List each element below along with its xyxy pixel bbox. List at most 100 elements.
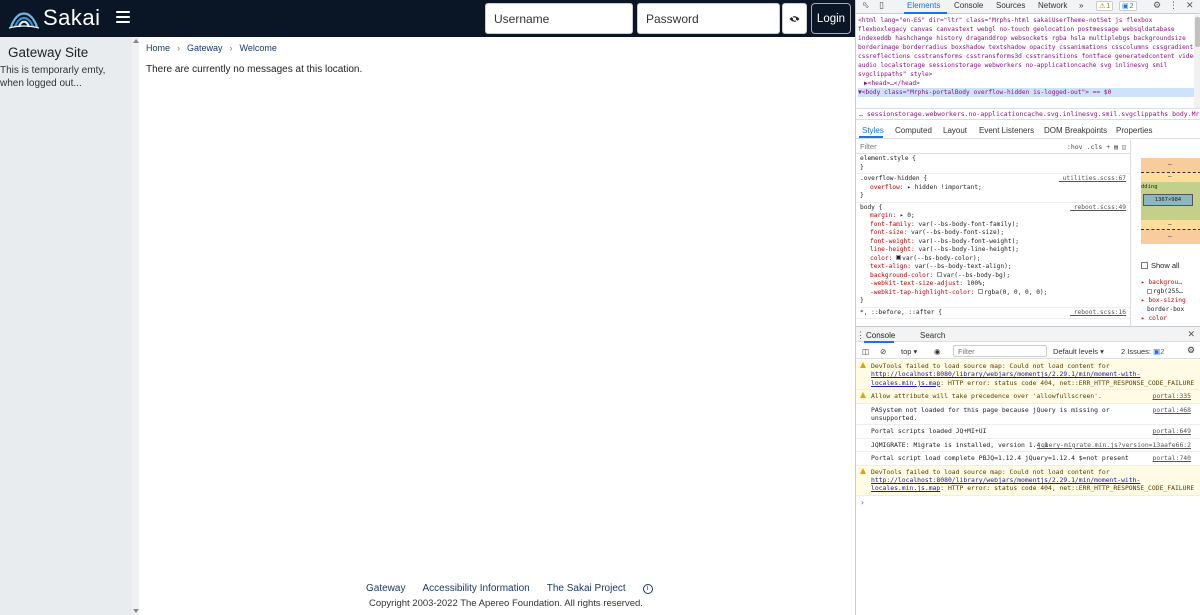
breadcrumb-gateway[interactable]: Gateway (187, 43, 223, 53)
computed-item[interactable]: ▸ color (1141, 314, 1200, 323)
kebab-menu-icon[interactable]: ⋮ (1169, 1, 1178, 11)
css-value[interactable]: rgba(0, 0, 0, 0); (984, 289, 1047, 296)
show-all-checkbox[interactable]: Show all (1141, 261, 1200, 270)
styles-filter-input[interactable]: Filter (860, 142, 877, 151)
console-source-link[interactable]: portal:740 (1153, 454, 1191, 462)
sidebar-scrollbar[interactable] (132, 37, 139, 615)
css-property[interactable]: line-height: (870, 246, 915, 253)
css-declaration[interactable]: margin: ▸ 0; (860, 212, 1126, 221)
checkbox-icon[interactable] (1141, 262, 1148, 269)
css-value[interactable]: var(--bs-body-font-family); (918, 221, 1019, 228)
cls-toggle[interactable]: .cls (1087, 143, 1103, 152)
gear-icon[interactable]: ⚙ (1153, 1, 1161, 11)
tab-sources[interactable]: Sources (996, 1, 1025, 10)
menu-toggle-icon[interactable] (116, 11, 130, 23)
css-value[interactable]: 100%; (967, 280, 986, 287)
tab-computed[interactable]: Computed (895, 126, 932, 135)
drawer-tab-console[interactable]: Console (866, 331, 895, 340)
dom-breadcrumb[interactable]: … sessionstorage.webworkers.no-applicati… (856, 108, 1200, 120)
live-expression-eye-icon[interactable]: ◉ (934, 347, 941, 356)
console-source-link[interactable]: portal:335 (1153, 392, 1191, 400)
device-toolbar-icon[interactable]: ▯ (879, 1, 884, 11)
elements-tree[interactable]: <html lang="en-ES" dir="ltr" class="Mrph… (856, 15, 1200, 108)
css-declaration[interactable]: -webkit-tap-highlight-color: rgba(0, 0, … (860, 289, 1126, 298)
scroll-up-icon[interactable] (133, 39, 139, 43)
css-value[interactable]: ▸ hidden !important; (907, 184, 982, 191)
breadcrumb-welcome[interactable]: Welcome (240, 43, 277, 53)
footer-link-gateway[interactable]: Gateway (366, 583, 405, 594)
info-icon[interactable]: i (642, 583, 653, 594)
css-declaration[interactable]: font-size: var(--bs-body-font-size); (860, 229, 1126, 238)
css-rule[interactable]: .overflow-hidden {_utilities.scss:67 over… (856, 174, 1130, 203)
sidebar-toggle-icon[interactable]: ◫ (862, 347, 869, 356)
computed-item[interactable]: ▸ backgrou… rgb(255… (1141, 278, 1200, 296)
log-levels-dropdown[interactable]: Default levels ▾ (1053, 347, 1104, 356)
css-declaration[interactable]: overflow: ▸ hidden !important; (860, 184, 1126, 193)
tab-styles[interactable]: Styles (862, 126, 884, 135)
console-settings-gear-icon[interactable]: ⚙ (1187, 345, 1195, 356)
css-value[interactable]: var(--bs-body-bg); (943, 272, 1010, 279)
css-property[interactable]: background-color: (870, 272, 933, 279)
color-swatch-icon[interactable] (937, 272, 943, 277)
styles-filter[interactable]: Filter :hov .cls + ▤ ◫ (856, 140, 1130, 154)
tab-dom-breakpoints[interactable]: DOM Breakpoints (1044, 126, 1107, 135)
context-selector[interactable]: top ▾ (901, 347, 917, 356)
tab-event-listeners[interactable]: Event Listeners (979, 126, 1034, 135)
computed-styles-icon[interactable]: ▤ (1114, 143, 1118, 152)
css-value[interactable]: var(--bs-body-text-align); (915, 263, 1012, 270)
close-drawer-icon[interactable]: ✕ (1187, 329, 1195, 340)
elements-scrollbar[interactable] (1194, 15, 1200, 108)
password-input[interactable]: Password (637, 3, 780, 34)
warnings-badge[interactable]: ⚠ 1 (1096, 1, 1114, 11)
more-tabs-icon[interactable]: » (1079, 1, 1083, 10)
show-password-button[interactable] (782, 3, 807, 34)
css-property[interactable]: margin: (870, 212, 896, 219)
css-declaration[interactable]: font-weight: var(--bs-body-font-weight); (860, 238, 1126, 247)
css-value[interactable]: var(--bs-body-font-size); (911, 229, 1004, 236)
rule-source-link[interactable]: _utilities.scss:67 (1059, 175, 1126, 184)
tab-layout[interactable]: Layout (943, 126, 967, 135)
footer-link-sakai-project[interactable]: The Sakai Project (547, 583, 626, 594)
sidebar-toggle-icon[interactable]: ◫ (1122, 143, 1126, 152)
css-declaration[interactable]: text-align: var(--bs-body-text-align); (860, 263, 1126, 272)
login-button[interactable]: Login (811, 3, 851, 34)
tab-network[interactable]: Network (1038, 1, 1067, 10)
computed-item[interactable]: ▸ box-sizing border-box (1141, 296, 1200, 314)
css-value[interactable]: var(--bs-body-line-height); (918, 246, 1019, 253)
console-log[interactable]: PASystem not loaded for this page becaus… (856, 404, 1200, 426)
css-declaration[interactable]: background-color: var(--bs-body-bg); (860, 272, 1126, 281)
console-log[interactable]: Portal scripts loaded JQ+MI+UI portal:649 (856, 425, 1200, 439)
css-value[interactable]: var(--bs-body-font-weight); (918, 238, 1019, 245)
breadcrumb-home[interactable]: Home (146, 43, 170, 53)
css-property[interactable]: -webkit-text-size-adjust: (870, 280, 963, 287)
css-property[interactable]: text-align: (870, 263, 911, 270)
tab-elements[interactable]: Elements (907, 1, 940, 10)
username-input[interactable]: Username (485, 3, 633, 34)
css-property[interactable]: overflow: (870, 184, 904, 191)
sakai-logo[interactable]: Sakai (9, 5, 101, 31)
css-declaration[interactable]: line-height: var(--bs-body-line-height); (860, 246, 1126, 255)
css-value[interactable]: ▸ 0; (900, 212, 915, 219)
css-declaration[interactable]: font-family: var(--bs-body-font-family); (860, 221, 1126, 230)
drawer-tab-search[interactable]: Search (920, 331, 945, 340)
css-property[interactable]: -webkit-tap-highlight-color: (870, 289, 974, 296)
css-value[interactable]: var(--bs-body-color); (902, 255, 980, 262)
border-top-value[interactable]: – (1168, 173, 1172, 180)
css-rule[interactable]: element.style {} (856, 154, 1130, 174)
issues-badge[interactable]: ▣ 2 (1119, 1, 1137, 11)
rule-source-link[interactable]: _reboot.scss:16 (1070, 309, 1126, 318)
footer-link-accessibility[interactable]: Accessibility Information (422, 583, 529, 594)
console-source-link[interactable]: portal:468 (1153, 406, 1191, 414)
drawer-menu-icon[interactable]: ⋮ (856, 330, 865, 341)
rule-source-link[interactable]: _reboot.scss:49 (1070, 204, 1126, 213)
new-rule-icon[interactable]: + (1106, 143, 1110, 152)
console-warning[interactable]: DevTools failed to load source map: Coul… (856, 465, 1200, 496)
margin-top-value[interactable]: – (1168, 161, 1172, 168)
console-log[interactable]: Portal script load complete PBJQ=1.12.4 … (856, 452, 1200, 466)
css-rule[interactable]: body {_reboot.scss:49 margin: ▸ 0; font-fa… (856, 203, 1130, 308)
hov-toggle[interactable]: :hov (1067, 143, 1083, 152)
css-property[interactable]: font-weight: (870, 238, 915, 245)
border-bottom-value[interactable]: – (1168, 221, 1172, 228)
body-node[interactable]: ▼<body class="Mrphs-portalBody overflow-… (858, 88, 1199, 97)
clear-console-icon[interactable]: ⊘ (880, 347, 886, 356)
